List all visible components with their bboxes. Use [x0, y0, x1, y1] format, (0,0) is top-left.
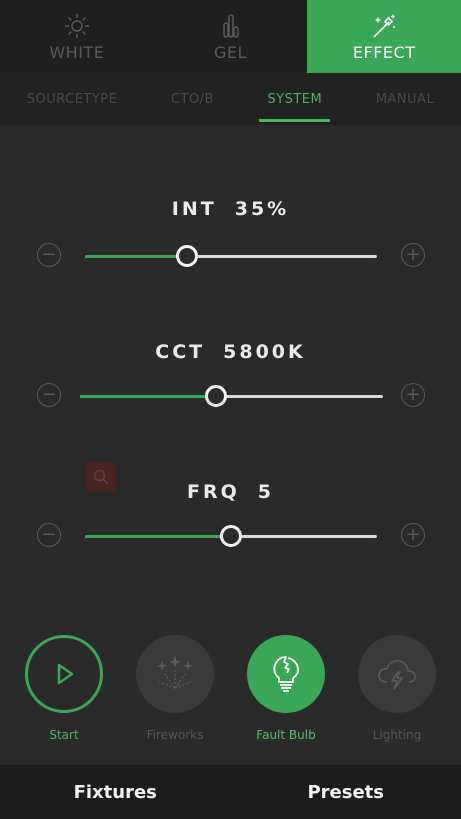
tab-gel-label: GEL — [214, 43, 247, 62]
bottom-nav: Fixtures Presets — [0, 765, 461, 819]
int-slider-thumb[interactable] — [176, 245, 199, 267]
frq-value: 5 — [257, 481, 274, 503]
plus-icon: + — [405, 244, 421, 265]
cct-slider-thumb[interactable] — [205, 385, 228, 407]
int-value: 35% — [234, 198, 290, 220]
subtab-system[interactable]: SYSTEM — [259, 73, 331, 125]
int-slider[interactable] — [85, 245, 377, 267]
plus-icon: + — [405, 384, 421, 405]
cct-plus-button[interactable]: + — [401, 383, 425, 407]
minus-icon: − — [41, 244, 57, 265]
tab-effect-label: EFFECT — [352, 43, 416, 62]
frq-slider-thumb[interactable] — [220, 525, 242, 547]
int-slider-fill — [85, 255, 188, 258]
frq-plus-button[interactable]: + — [401, 523, 425, 547]
frq-minus-button[interactable]: − — [37, 523, 61, 547]
tab-gel[interactable]: GEL — [154, 0, 308, 73]
int-label: INT 35% — [0, 198, 461, 220]
fireworks-icon — [157, 655, 193, 689]
int-minus-button[interactable]: − — [37, 243, 61, 267]
cct-minus-button[interactable]: − — [37, 383, 61, 407]
effect-start[interactable]: Start — [24, 635, 104, 742]
frq-slider-fill — [85, 535, 231, 538]
frq-name: FRQ — [187, 481, 240, 503]
tab-white[interactable]: WHITE — [0, 0, 154, 73]
nav-fixtures[interactable]: Fixtures — [0, 782, 231, 803]
sun-icon — [64, 14, 89, 38]
effect-fireworks[interactable]: Fireworks — [135, 635, 215, 742]
minus-icon: − — [41, 384, 57, 405]
effect-fault-bulb-label: Fault Bulb — [256, 728, 316, 742]
play-icon — [57, 663, 74, 685]
subtab-manual[interactable]: MANUAL — [368, 73, 443, 125]
cct-label: CCT 5800K — [0, 341, 461, 363]
mode-tabs: WHITE GEL EFFECT — [0, 0, 461, 73]
fault-bulb-button[interactable] — [247, 635, 325, 713]
plus-icon: + — [405, 524, 421, 545]
start-button[interactable] — [25, 635, 103, 713]
effect-lighting[interactable]: Lighting — [357, 635, 437, 742]
nav-presets[interactable]: Presets — [231, 782, 461, 803]
effect-fireworks-label: Fireworks — [146, 728, 204, 742]
int-name: INT — [171, 198, 217, 220]
effects-row: Start Fireworks Fault Bulb Lighting — [0, 635, 461, 745]
storm-cloud-icon — [378, 660, 416, 690]
lighting-button[interactable] — [358, 635, 436, 713]
magic-wand-icon — [373, 14, 396, 38]
tab-white-label: WHITE — [49, 43, 105, 62]
frq-label: FRQ 5 — [0, 481, 461, 503]
minus-icon: − — [41, 524, 57, 545]
broken-bulb-icon — [273, 656, 300, 692]
cct-slider[interactable] — [80, 385, 383, 407]
cct-value: 5800K — [223, 341, 306, 363]
effect-lighting-label: Lighting — [372, 728, 422, 742]
effect-start-label: Start — [49, 728, 79, 742]
sub-tabs: SOURCETYPE CTO/B SYSTEM MANUAL — [0, 73, 461, 125]
tab-effect[interactable]: EFFECT — [307, 0, 461, 73]
cct-slider-fill — [80, 395, 217, 398]
effect-fault-bulb[interactable]: Fault Bulb — [246, 635, 326, 742]
frq-slider[interactable] — [85, 525, 377, 547]
subtab-sourcetype[interactable]: SOURCETYPE — [19, 73, 126, 125]
fireworks-button[interactable] — [136, 635, 214, 713]
int-plus-button[interactable]: + — [401, 243, 425, 267]
cct-name: CCT — [155, 341, 206, 363]
subtab-cto-b[interactable]: CTO/B — [163, 73, 222, 125]
bars-icon — [222, 14, 239, 38]
